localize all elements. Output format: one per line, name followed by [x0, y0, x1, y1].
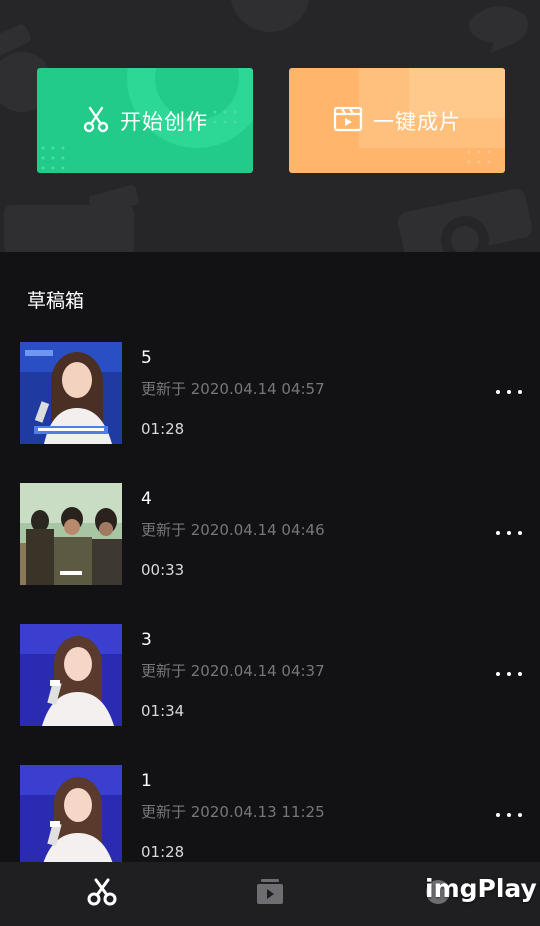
more-dot — [518, 390, 522, 394]
one-click-video-label: 一键成片 — [373, 109, 461, 134]
draft-name: 5 — [141, 348, 152, 368]
draft-thumbnail[interactable] — [20, 483, 122, 585]
draft-updated-time: 更新于 2020.04.13 11:25 — [141, 803, 325, 821]
draft-updated-time: 更新于 2020.04.14 04:46 — [141, 521, 325, 539]
more-options-button[interactable] — [496, 805, 522, 825]
more-options-button[interactable] — [496, 382, 522, 402]
draft-updated-time: 更新于 2020.04.14 04:57 — [141, 380, 325, 398]
more-dot — [518, 813, 522, 817]
draft-thumbnail[interactable] — [20, 624, 122, 726]
more-dot — [496, 813, 500, 817]
draft-duration: 01:28 — [141, 843, 185, 861]
more-dot — [496, 390, 500, 394]
draft-item[interactable]: 3 更新于 2020.04.14 04:37 01:34 — [0, 624, 540, 728]
draft-thumbnail[interactable] — [20, 342, 122, 444]
draft-item[interactable]: 1 更新于 2020.04.13 11:25 01:28 — [0, 765, 540, 869]
more-options-button[interactable] — [496, 664, 522, 684]
draft-updated-time: 更新于 2020.04.14 04:37 — [141, 662, 325, 680]
nav-edit-tab[interactable] — [82, 876, 122, 912]
draft-duration: 01:34 — [141, 702, 185, 720]
draft-item[interactable]: 5 更新于 2020.04.14 04:57 01:28 — [0, 342, 540, 446]
draft-duration: 00:33 — [141, 561, 185, 579]
nav-template-tab[interactable] — [250, 876, 290, 912]
draft-thumbnail[interactable] — [20, 765, 122, 867]
more-dot — [507, 813, 511, 817]
clapperboard-icon — [333, 105, 363, 137]
draft-name: 3 — [141, 630, 152, 650]
more-dot — [507, 531, 511, 535]
more-dot — [496, 531, 500, 535]
imgplay-watermark: imgPlay — [425, 874, 537, 903]
draft-item[interactable]: 4 更新于 2020.04.14 04:46 00:33 — [0, 483, 540, 587]
one-click-video-button[interactable]: 一键成片 — [289, 68, 505, 173]
start-creating-button[interactable]: 开始创作 — [37, 68, 253, 173]
more-dot — [507, 672, 511, 676]
header-banner: 开始创作 一键成片 — [0, 0, 540, 252]
more-dot — [518, 672, 522, 676]
more-options-button[interactable] — [496, 523, 522, 543]
more-dot — [507, 390, 511, 394]
more-dot — [496, 672, 500, 676]
draft-name: 4 — [141, 489, 152, 509]
scissors-icon — [85, 877, 119, 911]
draft-name: 1 — [141, 771, 152, 791]
draft-duration: 01:28 — [141, 420, 185, 438]
start-creating-label: 开始创作 — [120, 109, 208, 134]
drafts-title: 草稿箱 — [27, 290, 85, 312]
template-icon — [254, 877, 286, 911]
scissors-icon — [82, 105, 110, 137]
more-dot — [518, 531, 522, 535]
